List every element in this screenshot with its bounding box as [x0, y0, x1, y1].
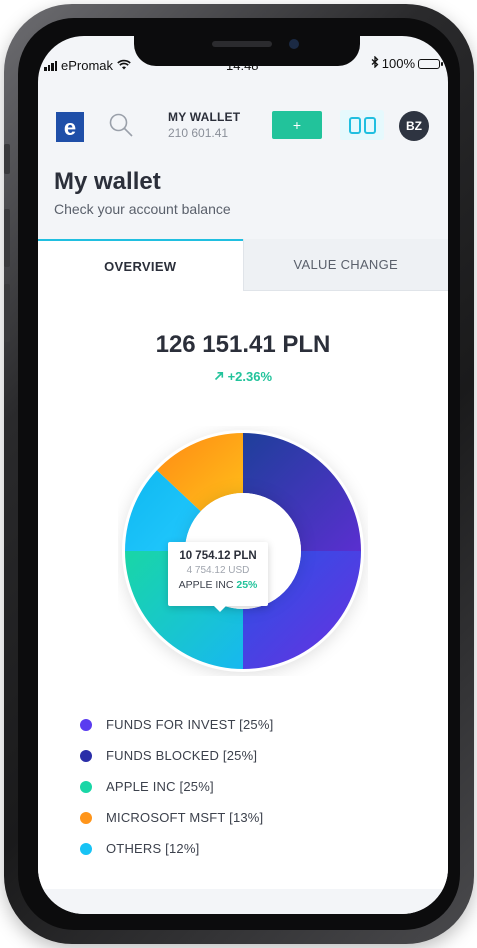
tab-overview[interactable]: OVERVIEW: [38, 239, 243, 291]
legend-dot: [80, 718, 92, 731]
app-screen: ePromak 14:48 100% e MY WALLET 210 601.4…: [38, 36, 448, 914]
app-header: e MY WALLET 210 601.41 + BZ: [38, 100, 448, 156]
signal-icon: [44, 60, 57, 71]
app-logo[interactable]: e: [56, 112, 84, 142]
value-change: +2.36%: [38, 369, 448, 384]
wallet-amount: 210 601.41: [168, 126, 229, 140]
bluetooth-icon: [371, 55, 379, 71]
tooltip-percent: 25%: [236, 579, 258, 591]
notch: [134, 36, 360, 66]
view-toggle-button[interactable]: [340, 110, 384, 140]
volume-up-button: [4, 209, 10, 267]
tab-bar: OVERVIEW VALUE CHANGE: [38, 239, 448, 291]
camera-icon: [289, 39, 299, 49]
legend-label: APPLE INC [25%]: [106, 779, 214, 794]
legend-item[interactable]: FUNDS FOR INVEST [25%]: [80, 709, 273, 740]
legend-item[interactable]: FUNDS BLOCKED [25%]: [80, 740, 273, 771]
wallet-title: MY WALLET: [168, 110, 241, 124]
chart-tooltip: 10 754.12 PLN 4 754.12 USD APPLE INC 25%: [168, 542, 268, 612]
page-subtitle: Check your account balance: [54, 201, 231, 217]
tab-value-change[interactable]: VALUE CHANGE: [242, 239, 448, 291]
change-percent: +2.36%: [227, 369, 273, 384]
tooltip-usd: 4 754.12 USD: [186, 565, 250, 576]
carrier-name: ePromak: [61, 58, 114, 73]
volume-down-button: [4, 284, 10, 342]
chart-legend: FUNDS FOR INVEST [25%] FUNDS BLOCKED [25%…: [80, 709, 273, 864]
total-value: 126 151.41 PLN: [155, 331, 331, 358]
wallet-summary[interactable]: MY WALLET 210 601.41: [168, 110, 240, 140]
view-toggle-icon: [348, 116, 361, 134]
tooltip-company: APPLE INC: [178, 579, 234, 591]
legend-label: FUNDS FOR INVEST [25%]: [106, 717, 274, 732]
tooltip-name: APPLE INC 25%: [168, 579, 268, 591]
status-left: ePromak: [44, 58, 131, 73]
legend-item[interactable]: OTHERS [12%]: [80, 833, 273, 864]
battery-percent: 100%: [381, 56, 415, 71]
mute-switch: [4, 144, 10, 174]
legend-dot: [80, 780, 92, 793]
arrow-up-right-icon: [214, 369, 228, 384]
legend-dot: [80, 842, 92, 855]
avatar[interactable]: BZ: [399, 111, 429, 141]
legend-item[interactable]: APPLE INC [25%]: [80, 771, 273, 802]
legend-label: FUNDS BLOCKED [25%]: [106, 748, 258, 763]
page-title: My wallet: [54, 168, 161, 195]
legend-item[interactable]: MICROSOFT MSFT [13%]: [80, 802, 273, 833]
legend-dot: [80, 811, 92, 824]
view-toggle-icon-part: [363, 116, 376, 134]
legend-dot: [80, 749, 92, 762]
status-right: 100%: [371, 55, 443, 71]
search-icon[interactable]: [108, 112, 134, 138]
legend-label: OTHERS [12%]: [106, 841, 200, 856]
tooltip-value: 10 754.12 PLN: [179, 550, 257, 562]
overview-panel: 126 151.41 PLN +2.36% 10 754.12 PLN 4 75…: [38, 291, 448, 889]
add-button[interactable]: +: [272, 111, 322, 139]
battery-icon: [418, 58, 443, 69]
speaker-grille: [212, 41, 272, 47]
bottom-strip: [38, 889, 448, 914]
legend-label: MICROSOFT MSFT [13%]: [106, 810, 264, 825]
wifi-icon: [117, 59, 131, 73]
